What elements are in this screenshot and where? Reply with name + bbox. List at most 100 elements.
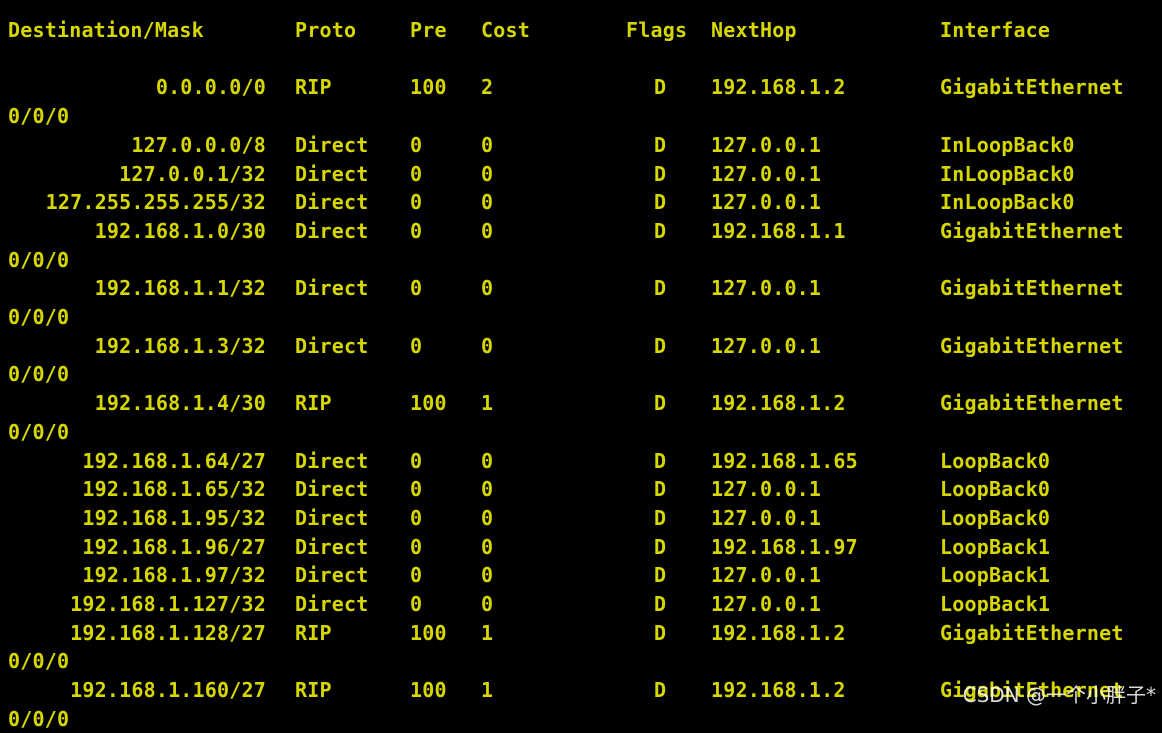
route-interface-continuation: 0/0/0 [0, 360, 1162, 388]
route-row: 192.168.1.96/27 Direct 0 0 D 192.168.1.97 Loop… [0, 533, 1162, 561]
route-row: 192.168.1.95/32 Direct 0 0 D 127.0.0.1 LoopBac… [0, 504, 1162, 532]
route-interface-suffix: 0/0/0 [8, 362, 70, 387]
route-proto: Direct [295, 161, 369, 186]
route-interface: LoopBack0 [940, 477, 1051, 502]
route-interface: GigabitEthernet [940, 333, 1124, 358]
route-nexthop: 127.0.0.1 [711, 505, 822, 530]
route-interface: GigabitEthernet [940, 75, 1124, 100]
route-destination: 127.255.255.255/32 [45, 190, 266, 215]
route-interface-suffix: 0/0/0 [8, 104, 70, 129]
route-interface-continuation: 0/0/0 [0, 246, 1162, 274]
route-row: 192.168.1.3/32 Direct 0 0 D 127.0.0.1 GigabitE… [0, 332, 1162, 360]
route-pre: 0 [410, 161, 423, 186]
route-cost: 2 [481, 75, 494, 100]
route-pre: 0 [410, 333, 423, 358]
routing-table-header: Destination/Mask Proto Pre Cost Flags Ne… [0, 16, 1162, 44]
route-flags: D [654, 333, 667, 358]
route-nexthop: 192.168.1.97 [711, 534, 858, 559]
route-proto: Direct [295, 276, 369, 301]
route-pre: 0 [410, 505, 423, 530]
route-cost: 0 [481, 333, 494, 358]
route-interface: GigabitEthernet [940, 218, 1124, 243]
route-nexthop: 127.0.0.1 [711, 132, 822, 157]
route-interface: LoopBack0 [940, 448, 1051, 473]
route-pre: 0 [410, 190, 423, 215]
route-row: 192.168.1.128/27 RIP 100 1 D 192.168.1.2 Gigab… [0, 619, 1162, 647]
route-flags: D [654, 75, 667, 100]
route-cost: 0 [481, 448, 494, 473]
route-proto: Direct [295, 534, 369, 559]
route-destination: 192.168.1.65/32 [82, 477, 266, 502]
route-interface: InLoopBack0 [940, 161, 1075, 186]
route-proto: Direct [295, 563, 369, 588]
route-nexthop: 127.0.0.1 [711, 592, 822, 616]
route-interface-continuation: 0/0/0 [0, 705, 1162, 733]
route-destination: 192.168.1.97/32 [82, 563, 266, 588]
route-pre: 0 [410, 448, 423, 473]
route-destination: 192.168.1.64/27 [82, 448, 266, 473]
route-nexthop: 192.168.1.2 [711, 620, 846, 645]
route-interface-suffix: 0/0/0 [8, 649, 70, 674]
route-interface-continuation: 0/0/0 [0, 647, 1162, 675]
route-cost: 0 [481, 218, 494, 243]
route-interface-continuation: 0/0/0 [0, 303, 1162, 331]
route-destination: 192.168.1.1/32 [94, 276, 266, 301]
route-destination: 127.0.0.1/32 [119, 161, 266, 186]
route-pre: 0 [410, 563, 423, 588]
route-cost: 0 [481, 161, 494, 186]
route-destination: 0.0.0.0/0 [155, 75, 266, 100]
route-interface: GigabitEthernet [940, 620, 1124, 645]
route-destination: 192.168.1.160/27 [70, 678, 266, 703]
header-pre: Pre [410, 18, 447, 42]
route-interface: LoopBack1 [940, 592, 1051, 616]
route-proto: Direct [295, 592, 369, 616]
route-cost: 0 [481, 132, 494, 157]
route-destination: 192.168.1.3/32 [94, 333, 266, 358]
route-proto: Direct [295, 132, 369, 157]
route-flags: D [654, 534, 667, 559]
route-interface-suffix: 0/0/0 [8, 305, 70, 329]
route-pre: 0 [410, 276, 423, 301]
route-interface: InLoopBack0 [940, 132, 1075, 157]
route-row: 192.168.1.0/30 Direct 0 0 D 192.168.1.1 Gigabi… [0, 217, 1162, 245]
route-interface-continuation: 0/0/0 [0, 102, 1162, 130]
route-destination: 192.168.1.0/30 [94, 218, 266, 243]
route-nexthop: 127.0.0.1 [711, 276, 822, 301]
route-row: 127.0.0.1/32 Direct 0 0 D 127.0.0.1 InLoopBack… [0, 160, 1162, 188]
route-flags: D [654, 620, 667, 645]
route-row: 192.168.1.4/30 RIP 100 1 D 192.168.1.2 Gigabit… [0, 389, 1162, 417]
route-row: 0.0.0.0/0 RIP 100 2 D 192.168.1.2 GigabitEther… [0, 73, 1162, 101]
route-nexthop: 192.168.1.1 [711, 218, 846, 243]
route-cost: 1 [481, 678, 494, 703]
route-flags: D [654, 190, 667, 215]
route-destination: 127.0.0.0/8 [131, 132, 266, 157]
route-pre: 100 [410, 620, 447, 645]
route-nexthop: 192.168.1.2 [711, 678, 846, 703]
route-row: 127.255.255.255/32 Direct 0 0 D 127.0.0.1 InLo… [0, 188, 1162, 216]
route-cost: 0 [481, 505, 494, 530]
route-proto: RIP [295, 391, 332, 416]
route-flags: D [654, 505, 667, 530]
route-flags: D [654, 563, 667, 588]
route-flags: D [654, 477, 667, 502]
route-pre: 100 [410, 391, 447, 416]
header-nexthop: NextHop [711, 18, 797, 42]
route-cost: 0 [481, 592, 494, 616]
route-flags: D [654, 161, 667, 186]
route-nexthop: 192.168.1.2 [711, 391, 846, 416]
route-pre: 0 [410, 132, 423, 157]
route-nexthop: 127.0.0.1 [711, 333, 822, 358]
route-cost: 0 [481, 477, 494, 502]
route-cost: 0 [481, 190, 494, 215]
route-nexthop: 127.0.0.1 [711, 563, 822, 588]
route-destination: 192.168.1.96/27 [82, 534, 266, 559]
terminal-window: Destination/Mask Proto Pre Cost Flags Ne… [0, 0, 1162, 731]
route-flags: D [654, 448, 667, 473]
route-nexthop: 127.0.0.1 [711, 161, 822, 186]
route-destination: 192.168.1.128/27 [70, 620, 266, 645]
route-nexthop: 127.0.0.1 [711, 477, 822, 502]
route-proto: Direct [295, 190, 369, 215]
route-flags: D [654, 276, 667, 301]
route-row: 127.0.0.0/8 Direct 0 0 D 127.0.0.1 InLoopBack0 [0, 131, 1162, 159]
route-pre: 0 [410, 477, 423, 502]
